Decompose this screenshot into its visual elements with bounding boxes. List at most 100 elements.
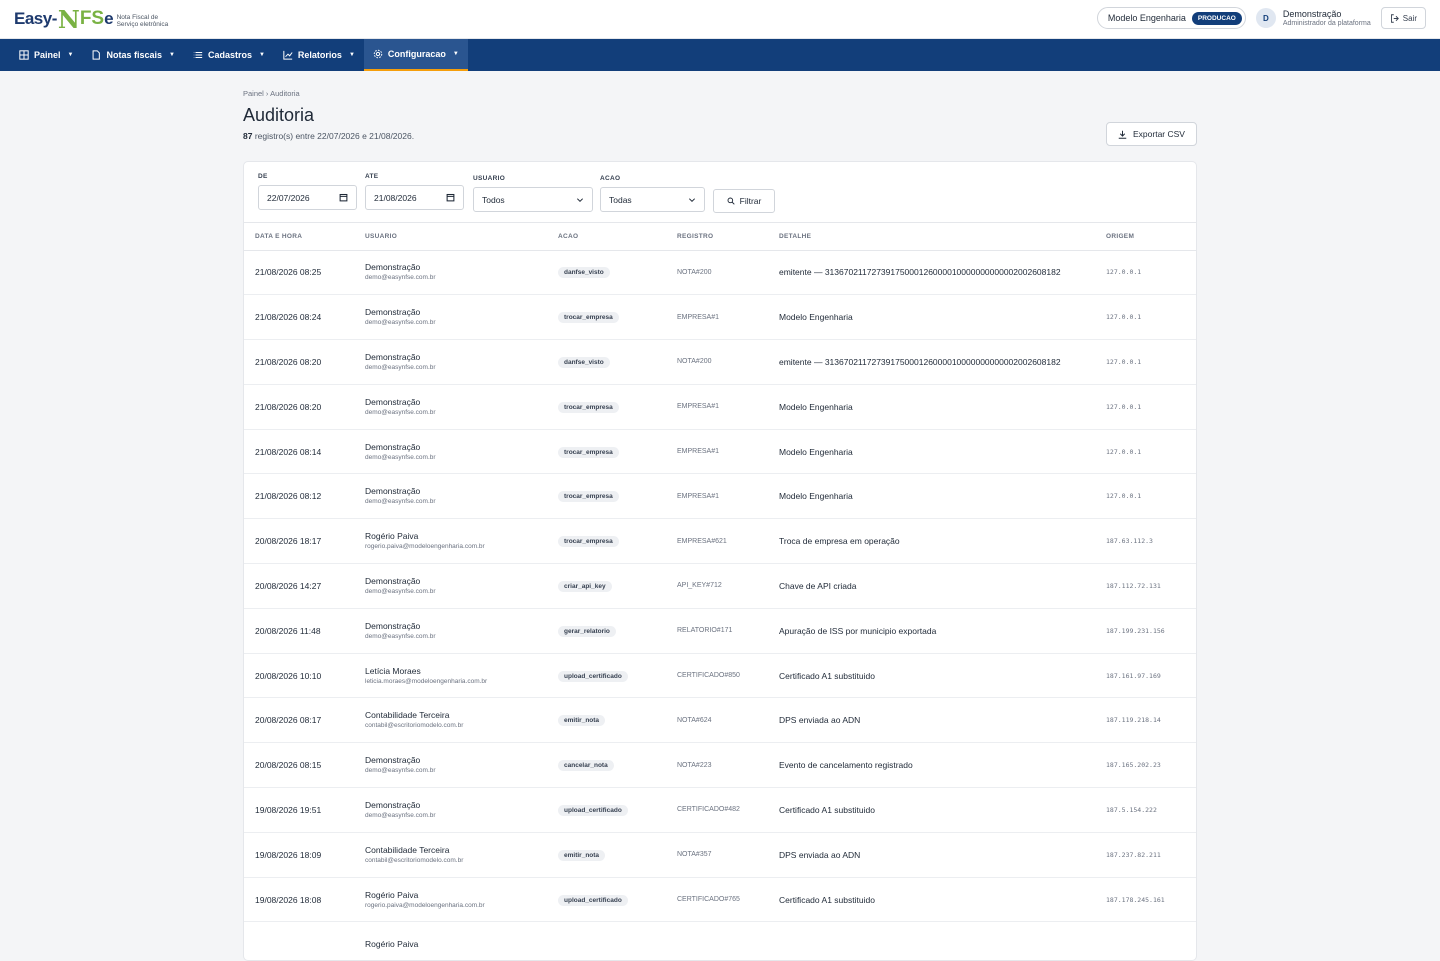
action-badge: trocar_empresa xyxy=(558,536,619,548)
date-from-input[interactable]: 22/07/2026 xyxy=(258,185,357,210)
user-email-text: demo@easynfse.com.br xyxy=(365,811,436,819)
user-name-text: Demonstração xyxy=(365,755,421,766)
cell-user: Contabilidade Terceira contabil@escritori… xyxy=(354,697,547,744)
nav-configuracao[interactable]: Configuracao ▼ xyxy=(363,39,468,71)
nav-painel-label: Painel xyxy=(34,50,61,60)
user-name-text: Rogério Paiva xyxy=(365,938,419,949)
table-row[interactable]: 20/08/2026 11:48 Demonstração demo@easynfs… xyxy=(244,608,1196,654)
cell-action: upload_certificado xyxy=(547,877,666,923)
user-menu[interactable]: D Demonstração Administrador da platafor… xyxy=(1255,8,1371,28)
nav-notas-fiscais[interactable]: Notas fiscais ▼ xyxy=(82,39,183,71)
table-row[interactable]: 20/08/2026 08:17 Contabilidade Terceira co… xyxy=(244,697,1196,744)
app-logo[interactable]: Easy- N FS e Nota Fiscal de Serviço elet… xyxy=(14,0,177,39)
table-row[interactable]: 21/08/2026 08:14 Demonstração demo@easynfs… xyxy=(244,429,1196,475)
cell-origin: 187.119.218.14 xyxy=(1095,697,1196,744)
filters-bar: DE 22/07/2026 ATE 21/08/2026 USUARIO Tod… xyxy=(244,162,1196,223)
cell-origin: 127.0.0.1 xyxy=(1095,384,1196,430)
search-icon xyxy=(727,197,735,205)
cell-record: CERTIFICADO#850 xyxy=(666,653,768,699)
cell-datetime: 20/08/2026 14:27 xyxy=(244,563,354,609)
cell-datetime: 21/08/2026 08:24 xyxy=(244,294,354,341)
cell-action: upload_certificado xyxy=(547,787,666,833)
table-row[interactable]: 20/08/2026 08:15 Demonstração demo@easynfs… xyxy=(244,742,1196,789)
col-record[interactable]: REGISTRO xyxy=(666,223,768,251)
cell-datetime: 21/08/2026 08:25 xyxy=(244,250,354,296)
chevron-down-icon xyxy=(576,197,584,202)
cell-datetime: 20/08/2026 08:15 xyxy=(244,742,354,789)
filter-button[interactable]: Filtrar xyxy=(713,189,775,213)
top-header: Easy- N FS e Nota Fiscal de Serviço elet… xyxy=(0,0,1440,39)
cell-action: danfse_visto xyxy=(547,250,666,296)
cell-detail: Modelo Engenharia xyxy=(768,429,1095,475)
user-name-text: Demonstração xyxy=(365,486,421,497)
action-badge: danfse_visto xyxy=(558,267,610,279)
table-row[interactable]: 20/08/2026 18:17 Rogério Paiva rogerio.pai… xyxy=(244,518,1196,565)
cell-origin: 127.0.0.1 xyxy=(1095,294,1196,341)
table-row[interactable]: 19/08/2026 18:09 Contabilidade Terceira co… xyxy=(244,832,1196,878)
main-nav: Painel ▼ Notas fiscais ▼ Cadastros ▼ Relato… xyxy=(0,39,1440,71)
table-row[interactable]: Rogério Paiva xyxy=(244,921,1196,960)
cell-detail: Evento de cancelamento registrado xyxy=(768,742,1095,789)
user-name-text: Demonstração xyxy=(365,799,421,810)
action-select[interactable]: Todas xyxy=(600,187,705,212)
chart-icon xyxy=(283,50,293,60)
table-row[interactable]: 20/08/2026 10:10 Letícia Moraes leticia.mo… xyxy=(244,653,1196,699)
col-datetime[interactable]: DATA E HORA xyxy=(244,223,354,251)
cell-detail: Troca de empresa em operação xyxy=(768,518,1095,565)
cell-record xyxy=(666,921,768,960)
cell-datetime xyxy=(244,921,354,960)
list-icon xyxy=(193,52,203,58)
calendar-icon[interactable] xyxy=(339,193,348,202)
nav-relatorios[interactable]: Relatorios ▼ xyxy=(274,39,364,71)
user-email-text: rogerio.paiva@modeloengenharia.com.br xyxy=(365,901,485,909)
date-to-input[interactable]: 21/08/2026 xyxy=(365,185,464,210)
export-csv-button[interactable]: Exportar CSV xyxy=(1106,122,1197,146)
cell-action: trocar_empresa xyxy=(547,473,666,520)
user-name-text: Demonstração xyxy=(365,620,421,631)
cell-origin: 187.237.82.211 xyxy=(1095,832,1196,878)
company-switcher[interactable]: Modelo Engenharia PRODUCAO xyxy=(1096,7,1246,29)
cell-record: NOTA#223 xyxy=(666,742,768,789)
cell-datetime: 20/08/2026 18:17 xyxy=(244,518,354,565)
cell-user: Demonstração demo@easynfse.com.br xyxy=(354,563,547,609)
user-name-text: Letícia Moraes xyxy=(365,665,421,676)
calendar-icon[interactable] xyxy=(446,193,455,202)
avatar: D xyxy=(1255,8,1276,28)
table-row[interactable]: 21/08/2026 08:25 Demonstração demo@easynfs… xyxy=(244,250,1196,296)
cell-detail: DPS enviada ao ADN xyxy=(768,697,1095,744)
user-name-text: Contabilidade Terceira xyxy=(365,710,450,721)
cell-datetime: 21/08/2026 08:12 xyxy=(244,473,354,520)
breadcrumb[interactable]: Painel › Auditoria xyxy=(243,89,1197,98)
filter-usuario: USUARIO Todos xyxy=(473,175,593,212)
cell-user: Demonstração demo@easynfse.com.br xyxy=(354,429,547,475)
action-badge: trocar_empresa xyxy=(558,312,619,324)
nav-painel[interactable]: Painel ▼ xyxy=(10,39,82,71)
col-user[interactable]: USUARIO xyxy=(354,223,547,251)
table-row[interactable]: 21/08/2026 08:12 Demonstração demo@easynfs… xyxy=(244,473,1196,520)
chevron-down-icon: ▼ xyxy=(169,52,175,58)
col-origin[interactable]: ORIGEM xyxy=(1095,223,1196,251)
table-header-row: DATA E HORA USUARIO ACAO REGISTRO DETALH… xyxy=(244,223,1196,251)
table-row[interactable]: 21/08/2026 08:24 Demonstração demo@easynfs… xyxy=(244,294,1196,341)
action-badge: criar_api_key xyxy=(558,580,612,592)
table-row[interactable]: 19/08/2026 19:51 Demonstração demo@easynfs… xyxy=(244,787,1196,833)
table-row[interactable]: 20/08/2026 14:27 Demonstração demo@easynfs… xyxy=(244,563,1196,609)
cell-user: Rogério Paiva xyxy=(354,921,547,960)
cell-record: CERTIFICADO#765 xyxy=(666,877,768,923)
filter-usuario-label: USUARIO xyxy=(473,175,506,182)
cell-origin: 187.5.154.222 xyxy=(1095,787,1196,833)
filter-de-label: DE xyxy=(258,173,268,180)
nav-cadastros-label: Cadastros xyxy=(207,50,252,60)
col-detail[interactable]: DETALHE xyxy=(768,223,1095,251)
cell-user: Letícia Moraes leticia.moraes@modeloengen… xyxy=(354,653,547,699)
user-select[interactable]: Todos xyxy=(473,187,593,212)
nav-cadastros[interactable]: Cadastros ▼ xyxy=(184,39,274,71)
table-row[interactable]: 19/08/2026 18:08 Rogério Paiva rogerio.pai… xyxy=(244,877,1196,923)
table-row[interactable]: 21/08/2026 08:20 Demonstração demo@easynfs… xyxy=(244,339,1196,385)
cell-origin xyxy=(1095,921,1196,960)
table-row[interactable]: 21/08/2026 08:20 Demonstração demo@easynfs… xyxy=(244,384,1196,430)
cell-record: NOTA#200 xyxy=(666,339,768,385)
user-name-text: Rogério Paiva xyxy=(365,531,419,542)
logout-button[interactable]: Sair xyxy=(1380,7,1426,29)
col-action[interactable]: ACAO xyxy=(547,223,666,251)
